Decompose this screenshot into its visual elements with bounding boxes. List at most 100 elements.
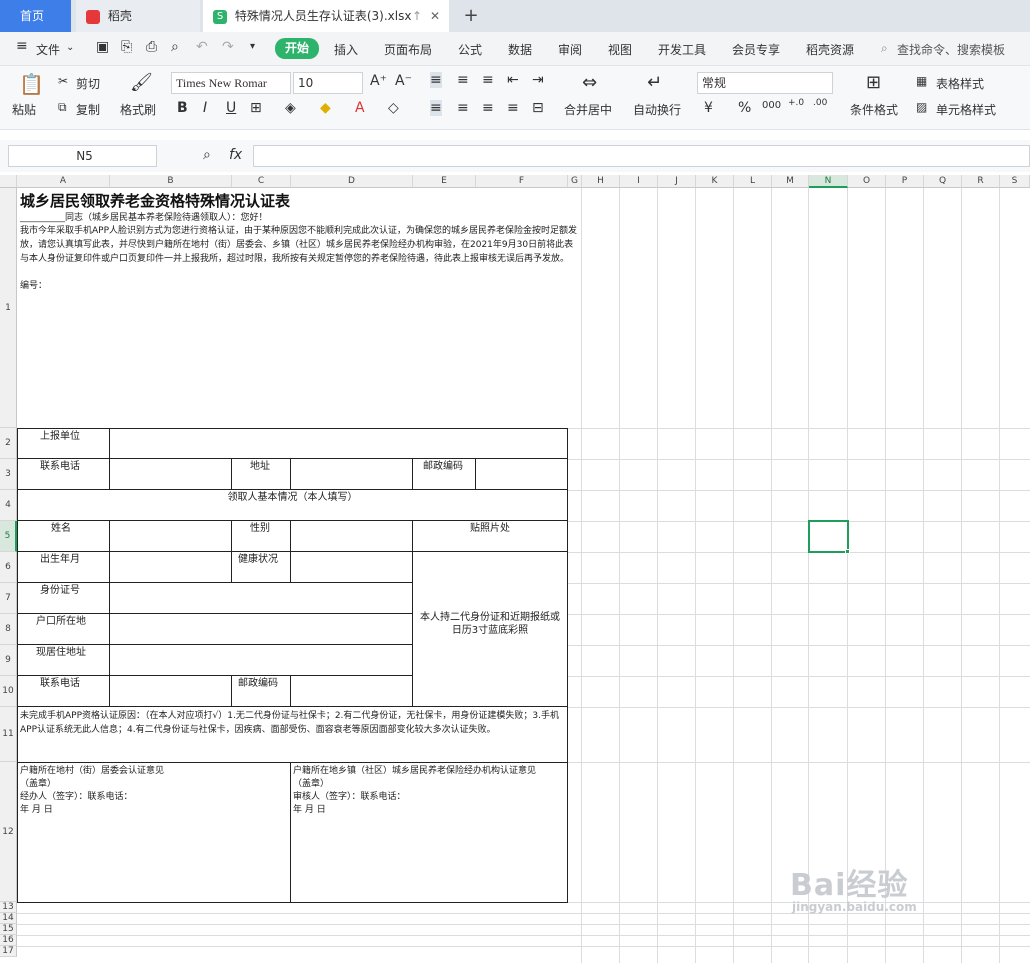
- cell-postcode[interactable]: [475, 458, 568, 490]
- village-opinion[interactable]: 户籍所在地村（街）居委会认证意见 （盖章） 经办人（签字）：联系电话： 年 月 …: [17, 762, 291, 903]
- label-health[interactable]: 健康状况: [231, 551, 291, 583]
- customize-icon[interactable]: ▾: [250, 41, 255, 52]
- cell-contact-phone[interactable]: [109, 458, 232, 490]
- conditional-format-icon[interactable]: ⊞: [866, 72, 881, 93]
- chevron-down-icon[interactable]: ⌄: [66, 42, 74, 53]
- scissors-icon[interactable]: ✂: [58, 74, 68, 88]
- menu-insert[interactable]: 插入: [334, 41, 358, 58]
- column-header[interactable]: G: [568, 175, 582, 188]
- wrap-text-button[interactable]: 自动换行: [633, 101, 681, 118]
- percent-icon[interactable]: %: [738, 100, 751, 116]
- preview-icon[interactable]: ⌕: [171, 39, 179, 55]
- cut-button[interactable]: 剪切: [76, 75, 100, 92]
- cell-contact-phone-2[interactable]: [109, 675, 232, 707]
- corner-header[interactable]: [0, 175, 17, 188]
- label-contact-phone-2[interactable]: 联系电话: [17, 675, 110, 707]
- copy-icon[interactable]: ⧉: [58, 100, 67, 115]
- menu-file[interactable]: 文件: [36, 41, 60, 58]
- row-header[interactable]: 9: [0, 645, 17, 676]
- row-header[interactable]: 6: [0, 552, 17, 583]
- cell-health[interactable]: [290, 551, 413, 583]
- undo-icon[interactable]: ↶: [196, 39, 208, 55]
- label-household[interactable]: 户口所在地: [17, 613, 110, 645]
- label-postcode-2[interactable]: 邮政编码: [231, 675, 291, 707]
- decrease-font-icon[interactable]: A⁻: [395, 73, 412, 89]
- cell-name[interactable]: [109, 520, 232, 552]
- column-header[interactable]: K: [696, 175, 734, 188]
- row-header[interactable]: 2: [0, 428, 17, 459]
- cell-current-address[interactable]: [109, 644, 413, 676]
- menu-member[interactable]: 会员专享: [732, 41, 780, 58]
- row-header[interactable]: 17: [0, 946, 17, 957]
- merge-center-icon[interactable]: ⇔: [582, 72, 597, 93]
- column-header[interactable]: E: [413, 175, 476, 188]
- zoom-search-icon[interactable]: ⌕: [203, 147, 211, 163]
- label-report-unit[interactable]: 上报单位: [17, 428, 110, 459]
- command-search[interactable]: 查找命令、搜索模板: [897, 41, 1005, 58]
- column-header[interactable]: O: [848, 175, 886, 188]
- row-header[interactable]: 16: [0, 935, 17, 946]
- label-gender[interactable]: 性别: [231, 520, 291, 552]
- thousands-icon[interactable]: 000: [762, 100, 781, 111]
- row-header[interactable]: 4: [0, 490, 17, 521]
- conditional-format-button[interactable]: 条件格式: [850, 101, 898, 118]
- label-id-number[interactable]: 身份证号: [17, 582, 110, 614]
- italic-icon[interactable]: I: [203, 100, 207, 116]
- export-icon[interactable]: ⎘: [121, 39, 132, 55]
- column-header[interactable]: R: [962, 175, 1000, 188]
- column-header[interactable]: Q: [924, 175, 962, 188]
- indent-increase-icon[interactable]: ⇥: [532, 72, 544, 88]
- font-size-select[interactable]: 10: [293, 72, 363, 94]
- cell-style-button[interactable]: 单元格样式: [936, 101, 996, 118]
- label-address[interactable]: 地址: [231, 458, 291, 490]
- cell-gender[interactable]: [290, 520, 413, 552]
- column-header[interactable]: B: [110, 175, 232, 188]
- tab-daoke[interactable]: 稻壳: [76, 0, 200, 32]
- column-header[interactable]: D: [291, 175, 413, 188]
- distributed-icon[interactable]: ⊟: [532, 100, 544, 116]
- label-contact-phone[interactable]: 联系电话: [17, 458, 110, 490]
- cell-postcode-2[interactable]: [290, 675, 413, 707]
- column-header-selected[interactable]: N: [809, 175, 848, 188]
- photo-area[interactable]: 本人持二代身份证和近期报纸或日历3寸蓝底彩照: [412, 551, 568, 707]
- bold-icon[interactable]: B: [177, 100, 188, 116]
- align-top-icon[interactable]: ≡: [430, 72, 442, 88]
- column-header[interactable]: F: [476, 175, 568, 188]
- row-header[interactable]: 13: [0, 902, 17, 913]
- cell-birth[interactable]: [109, 551, 232, 583]
- label-photo[interactable]: 贴照片处: [412, 520, 568, 552]
- tab-home[interactable]: 首页: [0, 0, 71, 32]
- merge-center-button[interactable]: 合并居中: [564, 101, 612, 118]
- row-header[interactable]: 15: [0, 924, 17, 935]
- menu-start[interactable]: 开始: [275, 38, 319, 59]
- name-box[interactable]: N5: [8, 145, 157, 167]
- increase-decimal-icon[interactable]: +.0: [788, 98, 804, 108]
- cell-report-unit[interactable]: [109, 428, 568, 459]
- menu-formula[interactable]: 公式: [458, 41, 482, 58]
- column-header[interactable]: J: [658, 175, 696, 188]
- format-painter-icon[interactable]: 🖌: [130, 72, 153, 93]
- row-header[interactable]: 3: [0, 459, 17, 490]
- table-style-icon[interactable]: ▦: [916, 74, 927, 88]
- column-header[interactable]: M: [772, 175, 809, 188]
- row-header[interactable]: 12: [0, 762, 17, 902]
- indent-decrease-icon[interactable]: ⇤: [507, 72, 519, 88]
- spreadsheet-grid[interactable]: A B C D E F G H I J K L M N O P Q R S 1 …: [0, 175, 1030, 963]
- cell-id-number[interactable]: [109, 582, 413, 614]
- column-header[interactable]: C: [232, 175, 291, 188]
- column-header[interactable]: P: [886, 175, 924, 188]
- currency-icon[interactable]: ¥: [704, 100, 713, 116]
- column-header[interactable]: S: [1000, 175, 1030, 188]
- reason-text[interactable]: 未完成手机APP资格认证原因：（在本人对应项打√）1.无二代身份证与社保卡；2.…: [17, 706, 568, 763]
- save-icon[interactable]: ▣: [96, 39, 109, 55]
- column-header[interactable]: A: [17, 175, 110, 188]
- row-header-selected[interactable]: 5: [0, 521, 17, 552]
- tab-file[interactable]: S 特殊情况人员生存认证表(3).xlsx ↑ ✕: [203, 0, 449, 32]
- decrease-decimal-icon[interactable]: .00: [813, 98, 827, 108]
- section-basic-info[interactable]: 领取人基本情况（本人填写）: [17, 489, 568, 521]
- copy-button[interactable]: 复制: [76, 101, 100, 118]
- label-name[interactable]: 姓名: [17, 520, 110, 552]
- align-right-icon[interactable]: ≡: [482, 100, 494, 116]
- fill-color-icon[interactable]: ◆: [320, 100, 331, 116]
- column-header[interactable]: L: [734, 175, 772, 188]
